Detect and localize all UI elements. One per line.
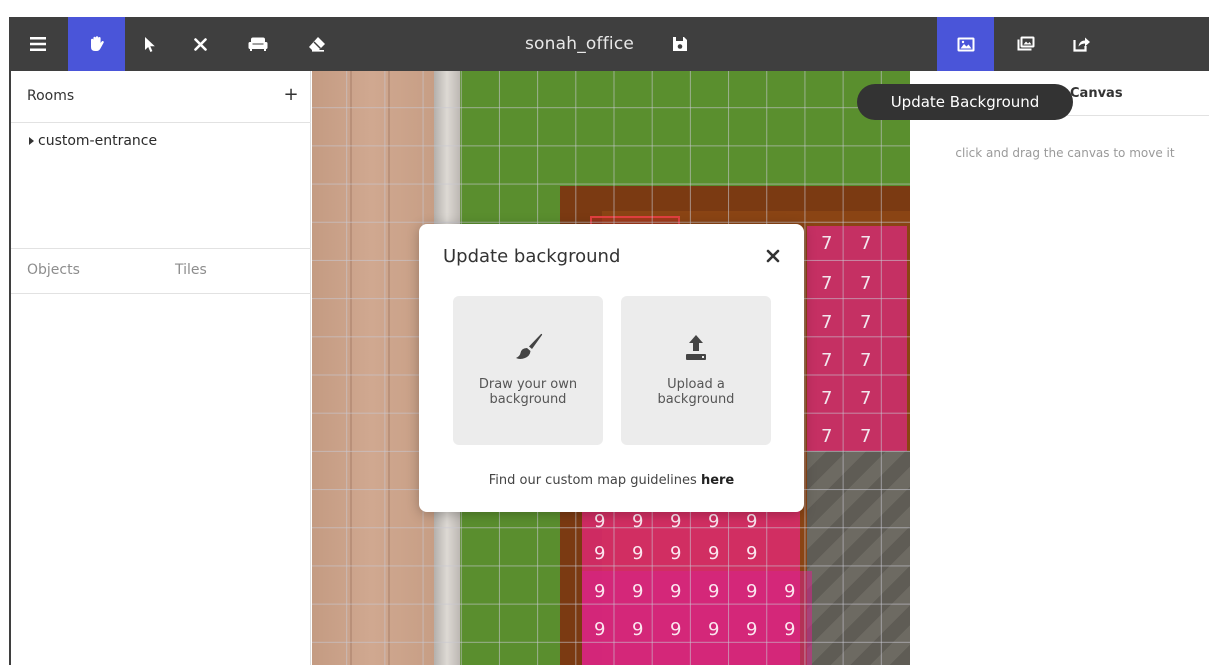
upload-background-option[interactable]: Upload a background bbox=[621, 296, 771, 445]
canvas-hint: click and drag the canvas to move it bbox=[955, 146, 1175, 160]
tab-objects[interactable]: Objects bbox=[27, 262, 80, 278]
sidebar-tabs: Objects Tiles bbox=[11, 248, 311, 294]
tile-number: 9 bbox=[670, 511, 682, 532]
pointer-icon bbox=[145, 36, 155, 52]
floppy-disk-icon bbox=[673, 37, 687, 51]
add-room-button[interactable]: + bbox=[283, 85, 299, 105]
hand-icon bbox=[90, 36, 104, 51]
modal-close-button[interactable] bbox=[763, 246, 783, 266]
tile-number: 9 bbox=[670, 543, 682, 564]
eraser-tool-button[interactable] bbox=[302, 17, 332, 71]
select-tool-button[interactable] bbox=[135, 17, 165, 71]
upload-background-label: Upload a background bbox=[657, 377, 735, 407]
tile-number: 9 bbox=[784, 619, 796, 640]
room-item-custom-entrance[interactable]: custom-entrance bbox=[29, 133, 157, 149]
furniture-tool-button[interactable] bbox=[240, 17, 276, 71]
tile-number: 7 bbox=[821, 350, 833, 371]
close-icon bbox=[766, 249, 780, 263]
right-panel-title: Canvas bbox=[1070, 86, 1123, 101]
tile-number: 9 bbox=[594, 619, 606, 640]
tile-number: 9 bbox=[708, 543, 720, 564]
tile-number: 9 bbox=[708, 581, 720, 602]
tile-number: 7 bbox=[860, 426, 872, 447]
tooltip: Update Background bbox=[857, 84, 1073, 120]
tile-number: 9 bbox=[632, 543, 644, 564]
update-background-button[interactable] bbox=[937, 17, 994, 71]
share-button[interactable] bbox=[1067, 17, 1097, 71]
upload-icon bbox=[686, 335, 706, 360]
tile-number: 9 bbox=[670, 581, 682, 602]
tile-number: 9 bbox=[746, 543, 758, 564]
menu-icon bbox=[30, 37, 46, 51]
tile-number: 9 bbox=[594, 511, 606, 532]
modal-title: Update background bbox=[443, 246, 621, 267]
tile-number: 9 bbox=[594, 543, 606, 564]
draw-background-option[interactable]: Draw your own background bbox=[453, 296, 603, 445]
tile-number: 7 bbox=[821, 388, 833, 409]
rooms-header: Rooms + bbox=[11, 71, 311, 123]
map-title: sonah_office bbox=[525, 34, 635, 54]
modal-footer: Find our custom map guidelines here bbox=[419, 473, 804, 488]
images-button[interactable] bbox=[1010, 17, 1040, 71]
guidelines-text: Find our custom map guidelines bbox=[488, 473, 701, 488]
tab-tiles[interactable]: Tiles bbox=[175, 262, 207, 278]
delete-icon bbox=[193, 37, 207, 51]
hand-tool-button[interactable] bbox=[68, 17, 125, 71]
tile-number: 9 bbox=[708, 619, 720, 640]
eraser-icon bbox=[309, 37, 325, 52]
tile-number: 9 bbox=[746, 511, 758, 532]
menu-button[interactable] bbox=[20, 17, 56, 71]
tile-number: 9 bbox=[632, 511, 644, 532]
tile-number: 7 bbox=[821, 273, 833, 294]
tile-number: 7 bbox=[860, 312, 872, 333]
left-sidebar: Rooms + custom-entrance Objects Tiles bbox=[11, 71, 311, 665]
tile-number: 7 bbox=[821, 233, 833, 254]
furniture-icon bbox=[248, 37, 268, 51]
tile-number: 9 bbox=[746, 619, 758, 640]
toolbar: sonah_office bbox=[10, 17, 1209, 71]
images-icon bbox=[1017, 36, 1034, 51]
guidelines-link[interactable]: here bbox=[701, 473, 734, 488]
tile-number: 9 bbox=[746, 581, 758, 602]
right-panel: Canvas click and drag the canvas to move… bbox=[910, 71, 1209, 665]
save-button[interactable] bbox=[668, 17, 692, 71]
rooms-title: Rooms bbox=[27, 88, 75, 104]
tile-number: 7 bbox=[821, 312, 833, 333]
tile-number: 9 bbox=[670, 619, 682, 640]
tile-number: 7 bbox=[860, 350, 872, 371]
app-root: sonah_office Rooms + custom-entrance Obj… bbox=[0, 0, 1209, 665]
tile-number: 9 bbox=[632, 581, 644, 602]
top-strip bbox=[0, 0, 1209, 17]
paintbrush-icon bbox=[516, 333, 543, 359]
update-background-modal: Update background Draw your own backgrou… bbox=[419, 224, 804, 512]
room-item-label: custom-entrance bbox=[38, 133, 158, 149]
draw-background-label: Draw your own background bbox=[478, 377, 578, 407]
tile-number: 7 bbox=[860, 388, 872, 409]
tile-number: 9 bbox=[784, 581, 796, 602]
tile-number: 7 bbox=[860, 273, 872, 294]
tile-number: 7 bbox=[821, 426, 833, 447]
tile-number: 9 bbox=[594, 581, 606, 602]
tile-number: 9 bbox=[708, 511, 720, 532]
update-background-icon bbox=[957, 37, 974, 51]
share-icon bbox=[1073, 37, 1090, 52]
delete-tool-button[interactable] bbox=[185, 17, 215, 71]
tile-number: 9 bbox=[632, 619, 644, 640]
caret-right-icon bbox=[29, 137, 34, 145]
tile-number: 7 bbox=[860, 233, 872, 254]
